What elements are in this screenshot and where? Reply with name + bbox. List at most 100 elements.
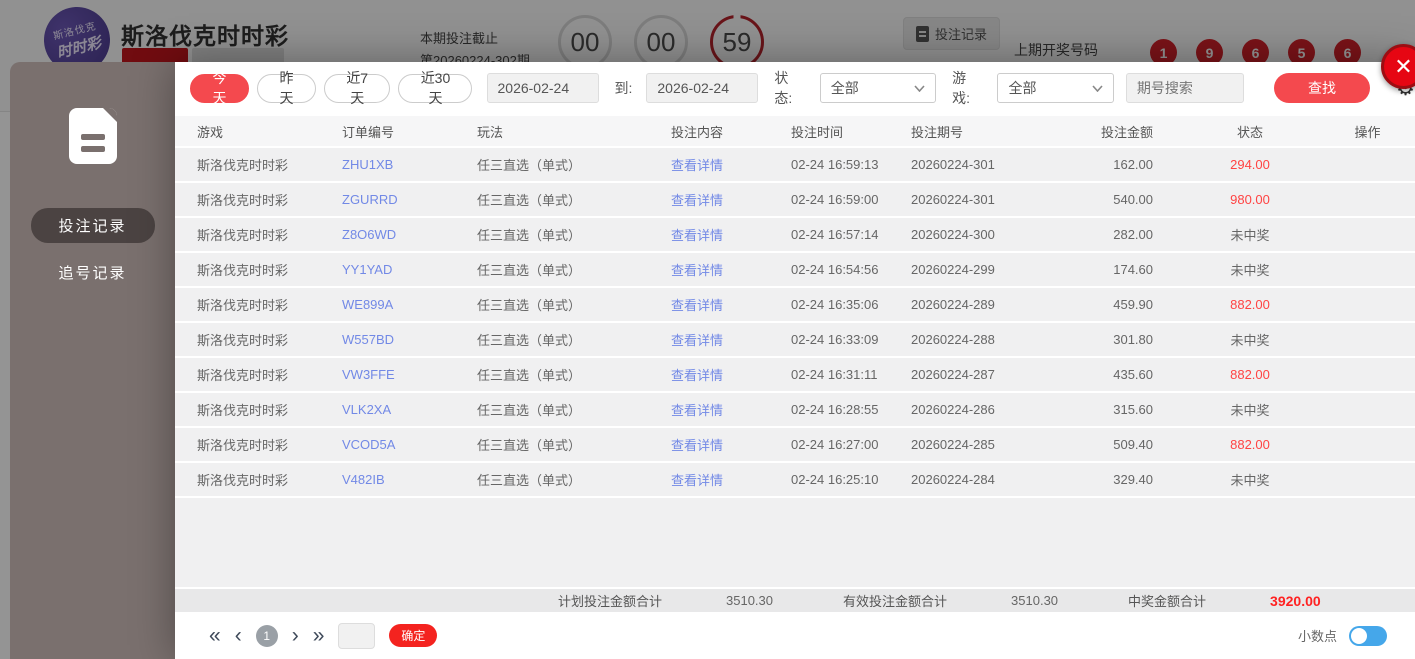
- sidebar-item-0[interactable]: 投注记录: [30, 208, 155, 243]
- game-select[interactable]: 全部: [997, 73, 1114, 103]
- cell-amount: 174.60: [1113, 262, 1153, 277]
- column-header-8: 操作: [1354, 124, 1381, 140]
- cell-bet-time: 02-24 16:33:09: [791, 332, 879, 347]
- status-select-value: 全部: [830, 80, 859, 96]
- goto-page-input[interactable]: [338, 622, 376, 649]
- totals-bar: 计划投注金额合计 3510.30 有效投注金额合计 3510.30 中奖金额合计…: [175, 587, 1415, 612]
- plan-total-value: 3510.30: [726, 593, 774, 608]
- order-id-link[interactable]: VCOD5A: [342, 437, 477, 452]
- date-to-input[interactable]: [646, 73, 759, 103]
- game-label: 游戏:: [952, 70, 970, 106]
- prev-page-button[interactable]: ‹: [235, 625, 242, 646]
- view-detail-link[interactable]: 查看详情: [671, 400, 791, 419]
- cell-status: 294.00: [1230, 157, 1270, 172]
- cell-period: 20260224-286: [911, 402, 995, 417]
- order-id-link[interactable]: VW3FFE: [342, 367, 477, 382]
- date-from-input[interactable]: [486, 73, 599, 103]
- last-page-button[interactable]: »: [313, 625, 325, 646]
- range-button-3[interactable]: 近30天: [398, 70, 473, 106]
- cell-game: 斯洛伐克时时彩: [197, 263, 289, 278]
- cell-status: 980.00: [1230, 192, 1270, 207]
- view-detail-link[interactable]: 查看详情: [671, 260, 791, 279]
- view-detail-link[interactable]: 查看详情: [671, 295, 791, 314]
- decimal-toggle[interactable]: [1349, 625, 1387, 646]
- table-row: 斯洛伐克时时彩 VLK2XA 任三直选（单式） 查看详情 02-24 16:28:55 2…: [175, 393, 1415, 428]
- column-header-3: 投注内容: [671, 124, 724, 140]
- table-row: 斯洛伐克时时彩 ZHU1XB 任三直选（单式） 查看详情 02-24 16:59:13 2…: [175, 148, 1415, 183]
- plan-total-label: 计划投注金额合计: [558, 594, 663, 609]
- cell-amount: 162.00: [1113, 157, 1153, 172]
- cell-period: 20260224-299: [911, 262, 995, 277]
- cell-game: 斯洛伐克时时彩: [197, 368, 289, 383]
- cell-amount: 315.60: [1113, 402, 1153, 417]
- cell-playtype: 任三直选（单式）: [477, 158, 582, 173]
- order-id-link[interactable]: WE899A: [342, 297, 477, 312]
- order-id-link[interactable]: ZHU1XB: [342, 157, 477, 172]
- cell-status: 未中奖: [1230, 403, 1270, 418]
- close-icon: ✕: [1394, 53, 1413, 79]
- column-header-2: 玩法: [477, 124, 504, 140]
- view-detail-link[interactable]: 查看详情: [671, 435, 791, 454]
- cell-playtype: 任三直选（单式）: [477, 368, 582, 383]
- cell-game: 斯洛伐克时时彩: [197, 228, 289, 243]
- range-button-0[interactable]: 今天: [190, 70, 249, 106]
- table-row: 斯洛伐克时时彩 VCOD5A 任三直选（单式） 查看详情 02-24 16:27:00 2…: [175, 428, 1415, 463]
- cell-game: 斯洛伐克时时彩: [197, 473, 289, 488]
- column-header-6: 投注金额: [1100, 124, 1153, 140]
- cell-status: 未中奖: [1230, 228, 1270, 243]
- view-detail-link[interactable]: 查看详情: [671, 225, 791, 244]
- cell-status: 未中奖: [1230, 473, 1270, 488]
- cell-status: 882.00: [1230, 367, 1270, 382]
- cell-playtype: 任三直选（单式）: [477, 193, 582, 208]
- sidebar-item-1[interactable]: 追号记录: [31, 255, 155, 290]
- next-page-button[interactable]: ›: [292, 625, 299, 646]
- cell-amount: 459.90: [1113, 297, 1153, 312]
- cell-amount: 301.80: [1113, 332, 1153, 347]
- sidebar-items: 投注记录 追号记录: [10, 208, 175, 290]
- cell-playtype: 任三直选（单式）: [477, 228, 582, 243]
- cell-playtype: 任三直选（单式）: [477, 473, 582, 488]
- cell-period: 20260224-301: [911, 192, 995, 207]
- order-id-link[interactable]: V482IB: [342, 472, 477, 487]
- cell-bet-time: 02-24 16:28:55: [791, 402, 879, 417]
- current-page-badge[interactable]: 1: [255, 624, 278, 647]
- chevron-down-icon: [1092, 84, 1103, 92]
- cell-bet-time: 02-24 16:27:00: [791, 437, 879, 452]
- cell-amount: 435.60: [1113, 367, 1153, 382]
- status-select[interactable]: 全部: [819, 73, 937, 103]
- cell-game: 斯洛伐克时时彩: [197, 298, 289, 313]
- period-search-input[interactable]: [1125, 73, 1244, 103]
- range-button-1[interactable]: 昨天: [256, 70, 316, 106]
- range-button-2[interactable]: 近7天: [323, 70, 391, 106]
- goto-confirm-button[interactable]: 确定: [389, 624, 438, 647]
- order-id-link[interactable]: ZGURRD: [342, 192, 477, 207]
- table-row: 斯洛伐克时时彩 VW3FFE 任三直选（单式） 查看详情 02-24 16:31:11 2…: [175, 358, 1415, 393]
- cell-playtype: 任三直选（单式）: [477, 263, 582, 278]
- order-id-link[interactable]: Z8O6WD: [342, 227, 477, 242]
- view-detail-link[interactable]: 查看详情: [671, 470, 791, 489]
- order-id-link[interactable]: YY1YAD: [342, 262, 477, 277]
- table-row: 斯洛伐克时时彩 WE899A 任三直选（单式） 查看详情 02-24 16:35:06 2…: [175, 288, 1415, 323]
- cell-playtype: 任三直选（单式）: [477, 298, 582, 313]
- order-id-link[interactable]: W557BD: [342, 332, 477, 347]
- toggle-knob: [1351, 627, 1367, 644]
- cell-playtype: 任三直选（单式）: [477, 438, 582, 453]
- search-button[interactable]: 查找: [1273, 73, 1371, 103]
- cell-game: 斯洛伐克时时彩: [197, 403, 289, 418]
- cell-game: 斯洛伐克时时彩: [197, 333, 289, 348]
- column-header-1: 订单编号: [342, 124, 395, 140]
- view-detail-link[interactable]: 查看详情: [671, 330, 791, 349]
- table-header: 游戏 订单编号 玩法 投注内容 投注时间 投注期号 投注金额 状态 操作: [175, 114, 1415, 148]
- view-detail-link[interactable]: 查看详情: [671, 190, 791, 209]
- order-id-link[interactable]: VLK2XA: [342, 402, 477, 417]
- cell-amount: 329.40: [1113, 472, 1153, 487]
- chevron-down-icon: [914, 84, 925, 92]
- cell-bet-time: 02-24 16:54:56: [791, 262, 879, 277]
- cell-game: 斯洛伐克时时彩: [197, 438, 289, 453]
- column-header-7: 状态: [1236, 124, 1263, 140]
- view-detail-link[interactable]: 查看详情: [671, 365, 791, 384]
- first-page-button[interactable]: «: [209, 625, 221, 646]
- screen: 斯洛伐克 时时彩 斯洛伐克时时彩 本期投注截止 第20260224-302期 0…: [0, 0, 1415, 659]
- view-detail-link[interactable]: 查看详情: [671, 155, 791, 174]
- cell-status: 未中奖: [1230, 263, 1270, 278]
